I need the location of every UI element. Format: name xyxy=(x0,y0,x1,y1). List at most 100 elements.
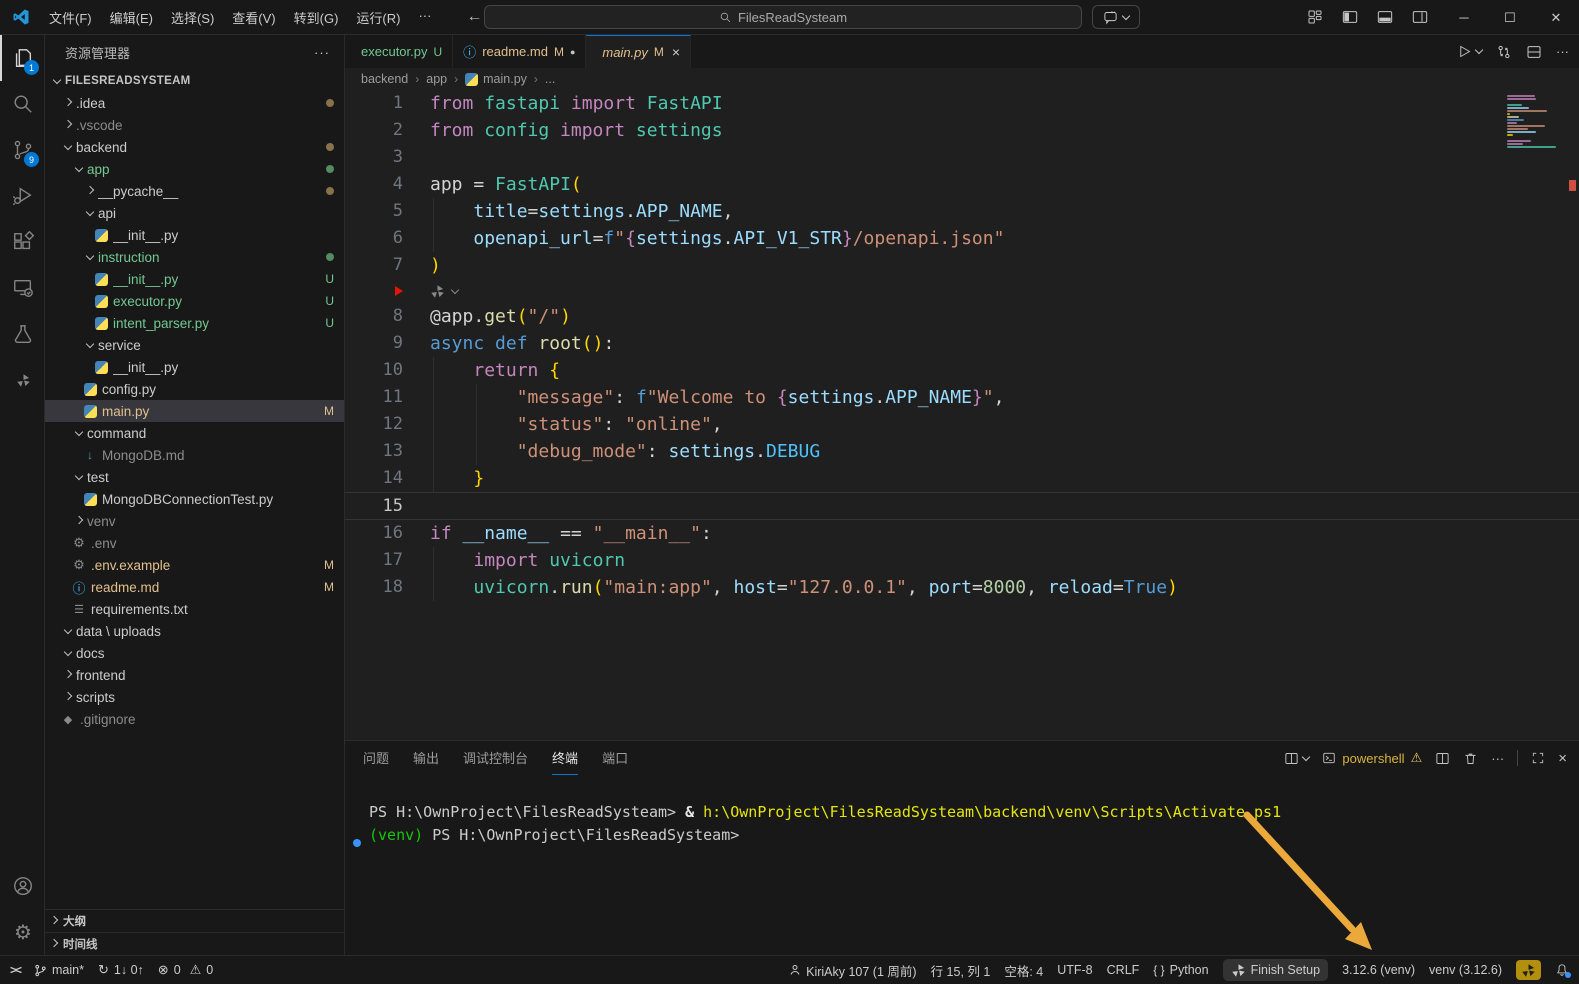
code-line-10[interactable]: 10 return { xyxy=(345,357,1579,384)
menu-[interactable]: ··· xyxy=(409,4,440,31)
tree-item-MongoDBConnectionTest.py[interactable]: MongoDBConnectionTest.py xyxy=(45,488,344,510)
menu-转到[interactable]: 转到(G) xyxy=(285,4,348,31)
split-editor-icon[interactable] xyxy=(1526,44,1542,60)
minimize-button[interactable]: ─ xyxy=(1441,0,1487,35)
panel-tab-端口[interactable]: 端口 xyxy=(602,741,628,775)
panel-tab-问题[interactable]: 问题 xyxy=(363,741,389,775)
tree-item-readme.md[interactable]: ⓘreadme.mdM xyxy=(45,576,344,598)
status-encoding[interactable]: UTF-8 xyxy=(1057,959,1092,981)
status-sync[interactable]: ↻1↓ 0↑ xyxy=(98,959,144,981)
code-line-18[interactable]: 18 uvicorn.run("main:app", host="127.0.0… xyxy=(345,574,1579,601)
status-remote[interactable]: >< xyxy=(10,959,20,981)
breadcrumb-item[interactable]: app xyxy=(426,72,447,86)
copilot-chat-button[interactable] xyxy=(1092,5,1140,29)
status-finish-setup[interactable]: Finish Setup xyxy=(1223,959,1328,981)
status-blame[interactable]: KiriAky 107 (1 周前) xyxy=(789,959,916,981)
breadcrumb-item[interactable]: backend xyxy=(361,72,408,86)
tree-item-executor.py[interactable]: executor.pyU xyxy=(45,290,344,312)
status-notifications[interactable] xyxy=(1555,959,1569,981)
tree-item-.idea[interactable]: .idea xyxy=(45,92,344,114)
tree-item-.gitignore[interactable]: ◆.gitignore xyxy=(45,708,344,730)
code-line-2[interactable]: 2from config import settings xyxy=(345,117,1579,144)
tree-item-venv[interactable]: venv xyxy=(45,510,344,532)
editor-more-actions-icon[interactable]: ··· xyxy=(1556,44,1569,59)
menu-文件[interactable]: 文件(F) xyxy=(40,4,101,31)
tree-item-service[interactable]: service xyxy=(45,334,344,356)
menu-选择[interactable]: 选择(S) xyxy=(162,4,223,31)
tree-item-scripts[interactable]: scripts xyxy=(45,686,344,708)
tree-item-MongoDB.md[interactable]: ↓MongoDB.md xyxy=(45,444,344,466)
code-editor[interactable]: 1from fastapi import FastAPI2from config… xyxy=(345,90,1579,740)
status-extension-status[interactable] xyxy=(1516,960,1541,980)
tree-item-.env.example[interactable]: ⚙.env.exampleM xyxy=(45,554,344,576)
tree-item-config.py[interactable]: config.py xyxy=(45,378,344,400)
tree-item-frontend[interactable]: frontend xyxy=(45,664,344,686)
panel-tab-终端[interactable]: 终端 xyxy=(552,741,578,775)
menu-编辑[interactable]: 编辑(E) xyxy=(101,4,162,31)
tree-item-.env[interactable]: ⚙.env xyxy=(45,532,344,554)
code-line-5[interactable]: 5 title=settings.APP_NAME, xyxy=(345,198,1579,225)
tree-item-__pycache__[interactable]: __pycache__ xyxy=(45,180,344,202)
tree-item-backend[interactable]: backend xyxy=(45,136,344,158)
code-line-13[interactable]: 13 "debug_mode": settings.DEBUG xyxy=(345,438,1579,465)
code-line-14[interactable]: 14 } xyxy=(345,465,1579,492)
maximize-button[interactable]: ☐ xyxy=(1487,0,1533,35)
breadcrumb[interactable]: backend›app›main.py›... xyxy=(345,68,1579,90)
section-timeline[interactable]: 时间线 xyxy=(45,932,344,955)
activity-pinwheel-extension[interactable] xyxy=(0,357,44,403)
tree-item-intent_parser.py[interactable]: intent_parser.pyU xyxy=(45,312,344,334)
breadcrumb-item[interactable]: ... xyxy=(545,72,555,86)
tree-item-__init__.py[interactable]: __init__.pyU xyxy=(45,268,344,290)
customize-layout-icon[interactable] xyxy=(1302,4,1328,30)
panel-more-actions-icon[interactable]: ··· xyxy=(1491,751,1504,766)
tree-item-app[interactable]: app xyxy=(45,158,344,180)
status-python-env[interactable]: venv (3.12.6) xyxy=(1429,959,1502,981)
code-line-6[interactable]: 6 openapi_url=f"{settings.API_V1_STR}/op… xyxy=(345,225,1579,252)
activity-source-control[interactable]: 9 xyxy=(0,127,44,173)
status-indentation[interactable]: 空格: 4 xyxy=(1004,959,1043,981)
tab-close-icon[interactable]: × xyxy=(672,44,680,60)
status-language-mode[interactable]: { }Python xyxy=(1153,959,1208,981)
activity-explorer[interactable]: 1 xyxy=(0,35,44,81)
panel-tab-输出[interactable]: 输出 xyxy=(413,741,439,775)
menu-运行[interactable]: 运行(R) xyxy=(347,4,409,31)
code-line-3[interactable]: 3 xyxy=(345,144,1579,171)
tab-dirty-dot[interactable]: ● xyxy=(570,47,575,57)
code-line-8[interactable]: 8@app.get("/") xyxy=(345,303,1579,330)
status-cursor-position[interactable]: 行 15, 列 1 xyxy=(931,959,991,981)
activity-search[interactable] xyxy=(0,81,44,127)
status-eol[interactable]: CRLF xyxy=(1107,959,1140,981)
split-terminal-icon[interactable] xyxy=(1435,751,1450,766)
panel-tab-调试控制台[interactable]: 调试控制台 xyxy=(463,741,528,775)
code-line-16[interactable]: 16if __name__ == "__main__": xyxy=(345,520,1579,547)
tree-item-.vscode[interactable]: .vscode xyxy=(45,114,344,136)
activity-extensions[interactable] xyxy=(0,219,44,265)
kill-terminal-icon[interactable] xyxy=(1463,751,1478,766)
menu-查看[interactable]: 查看(V) xyxy=(223,4,284,31)
toggle-panel-icon[interactable] xyxy=(1372,4,1398,30)
code-line-7[interactable]: 7) xyxy=(345,252,1579,279)
tree-item-main.py[interactable]: main.pyM xyxy=(45,400,344,422)
toggle-primary-sidebar-icon[interactable] xyxy=(1337,4,1363,30)
code-line-12[interactable]: 12 "status": "online", xyxy=(345,411,1579,438)
maximize-panel-icon[interactable] xyxy=(1531,751,1545,765)
code-line-15[interactable]: 15 xyxy=(345,492,1579,520)
activity-remote-explorer[interactable] xyxy=(0,265,44,311)
nav-back-icon[interactable]: ← xyxy=(466,8,482,26)
explorer-more-actions-icon[interactable]: ··· xyxy=(314,45,330,60)
tree-item-instruction[interactable]: instruction xyxy=(45,246,344,268)
code-line-1[interactable]: 1from fastapi import FastAPI xyxy=(345,90,1579,117)
code-line-11[interactable]: 11 "message": f"Welcome to {settings.APP… xyxy=(345,384,1579,411)
code-line-4[interactable]: 4app = FastAPI( xyxy=(345,171,1579,198)
tree-item-test[interactable]: test xyxy=(45,466,344,488)
chevron-down-icon[interactable] xyxy=(451,285,459,293)
tree-item-FILESREADSYSTEAM[interactable]: FILESREADSYSTEAM xyxy=(45,70,344,92)
activity-testing[interactable] xyxy=(0,311,44,357)
status-problems[interactable]: ⊗0⚠0 xyxy=(158,959,213,981)
status-python-interpreter[interactable]: 3.12.6 (venv) xyxy=(1342,959,1415,981)
command-center-search[interactable]: FilesReadSysteam xyxy=(484,5,1082,29)
tree-item-__init__.py[interactable]: __init__.py xyxy=(45,224,344,246)
breadcrumb-item[interactable]: main.py xyxy=(465,72,527,86)
terminal-instance-powershell[interactable]: powershell ⚠ xyxy=(1322,750,1422,766)
minimap[interactable] xyxy=(1507,95,1563,149)
